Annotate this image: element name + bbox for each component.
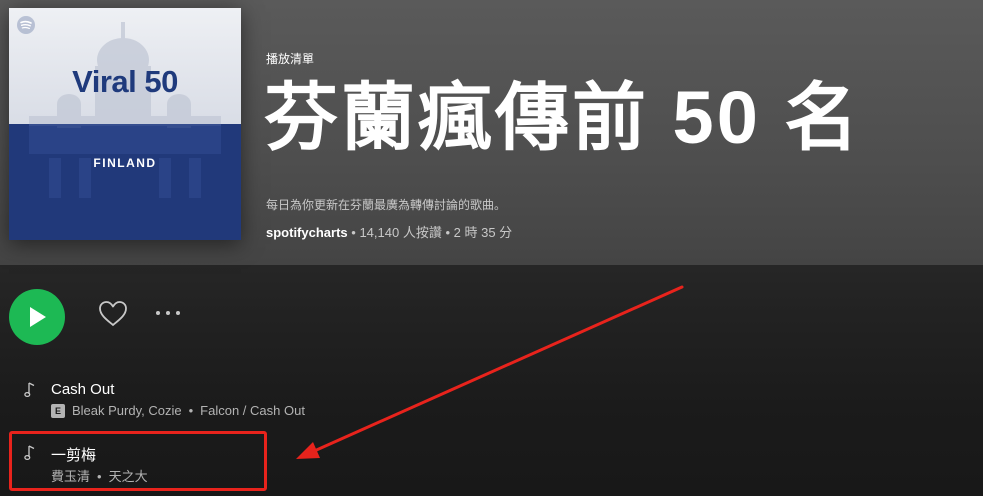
annotation-arrow [296, 285, 684, 459]
